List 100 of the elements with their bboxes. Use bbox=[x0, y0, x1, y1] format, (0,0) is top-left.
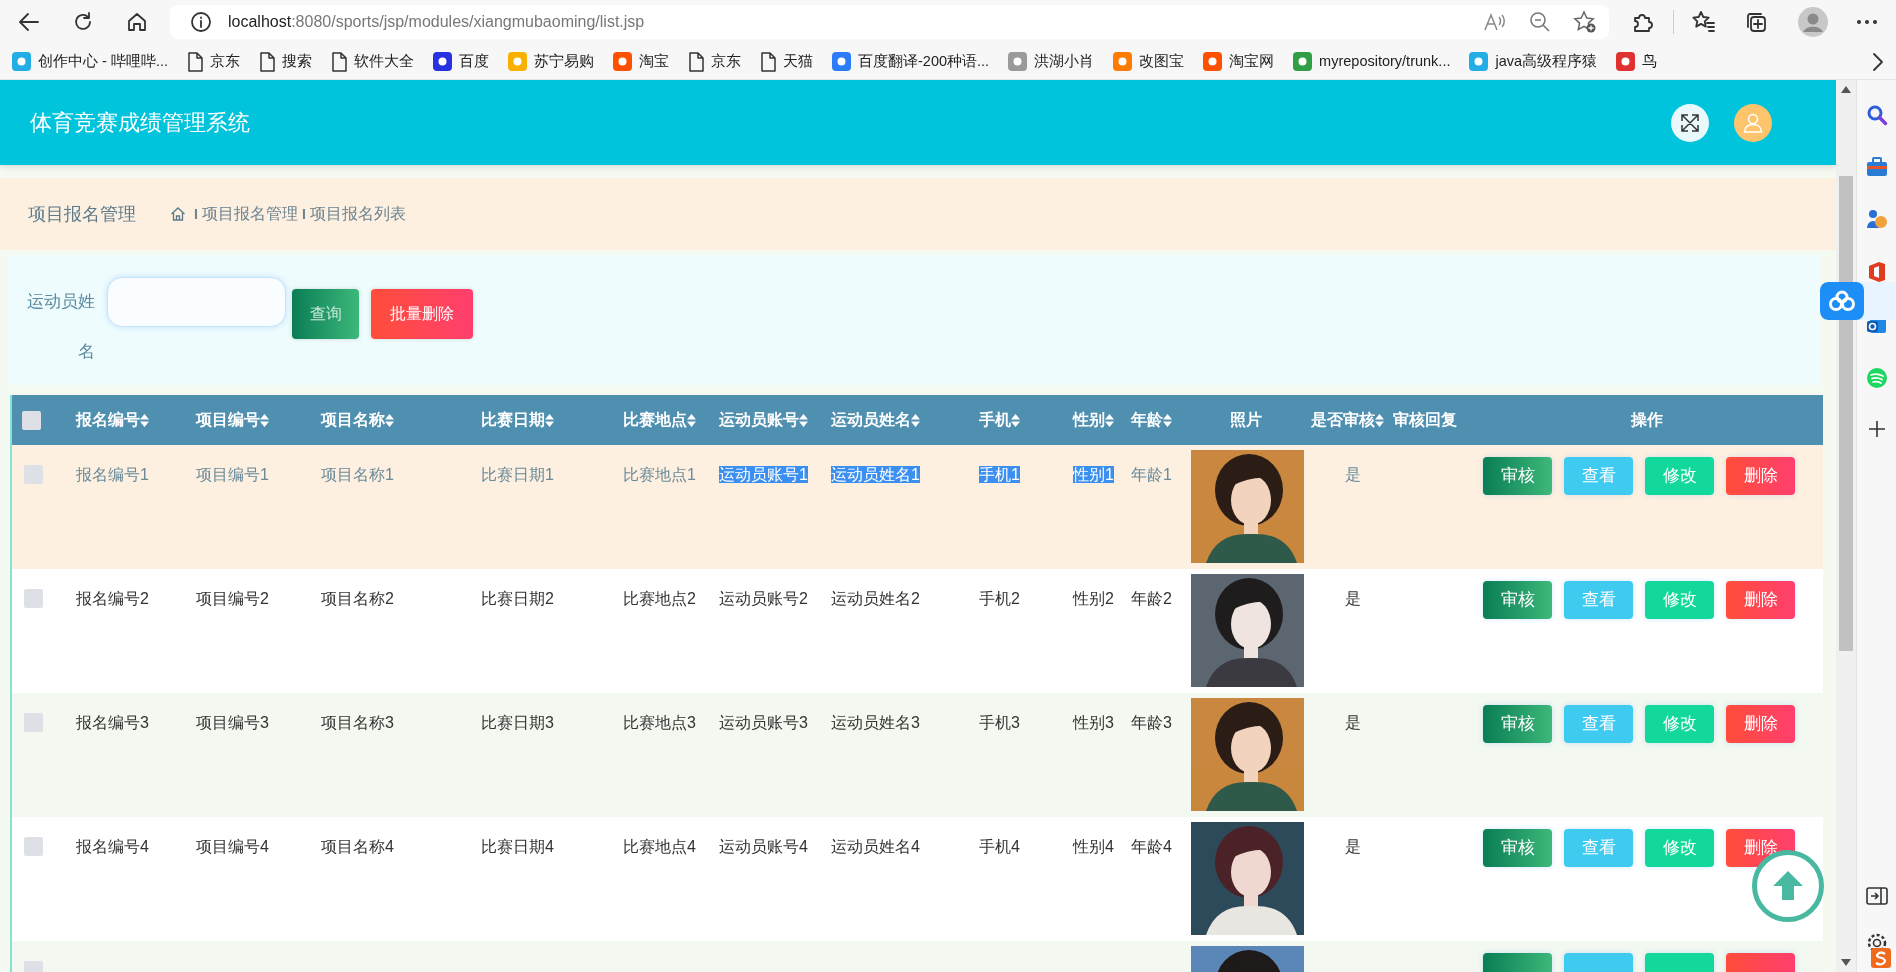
table-cell: 是 bbox=[1345, 838, 1361, 855]
column-header[interactable]: 报名编号 bbox=[76, 411, 140, 428]
fullscreen-button[interactable] bbox=[1671, 103, 1709, 142]
home-icon[interactable] bbox=[126, 11, 148, 33]
bookmark[interactable]: myrepository/trunk... bbox=[1293, 50, 1451, 73]
row-checkbox[interactable] bbox=[24, 465, 43, 484]
sort-icon[interactable] bbox=[545, 414, 554, 428]
bookmark[interactable]: 创作中心 - 哔哩哔... bbox=[12, 50, 168, 73]
bookmark[interactable]: 软件大全 bbox=[331, 50, 414, 73]
fullscreen-icon bbox=[1680, 112, 1700, 133]
delete-button[interactable]: 删除 bbox=[1726, 581, 1795, 619]
chevron-right-icon[interactable] bbox=[1872, 51, 1884, 72]
row-checkbox[interactable] bbox=[24, 837, 43, 856]
delete-button[interactable]: 删除 bbox=[1726, 457, 1795, 495]
sort-icon[interactable] bbox=[1163, 414, 1172, 428]
bookmark[interactable]: 百度翻译-200种语... bbox=[832, 50, 990, 73]
table-cell: 性别2 bbox=[1073, 590, 1114, 607]
sort-icon[interactable] bbox=[140, 414, 149, 428]
bookmark[interactable]: 鸟 bbox=[1616, 50, 1658, 73]
table-row[interactable]: 报名编号2 项目编号2 项目名称2 比赛日期2 比赛地点2 运动员账号2 运动员姓名2 手机2 性别2 年龄2 是 审核 查看 修改 删除 bbox=[11, 569, 1823, 693]
games-icon[interactable] bbox=[1865, 208, 1888, 230]
bookmark[interactable]: 淘宝 bbox=[613, 50, 669, 73]
table-cell: 手机2 bbox=[979, 590, 1020, 607]
search-label: 运动员姓名 bbox=[26, 291, 95, 363]
bookmark[interactable]: 天猫 bbox=[760, 50, 813, 73]
more-icon[interactable] bbox=[1856, 19, 1878, 25]
batch-delete-button[interactable]: 批量删除 bbox=[371, 289, 473, 339]
column-header[interactable]: 项目名称 bbox=[321, 411, 385, 428]
collections-icon[interactable] bbox=[1744, 10, 1768, 34]
table-cell: 报名编号3 bbox=[76, 714, 149, 731]
add-favorite-icon[interactable] bbox=[1573, 10, 1597, 34]
column-header[interactable]: 项目编号 bbox=[196, 411, 260, 428]
sort-icon[interactable] bbox=[1105, 414, 1114, 428]
sort-icon[interactable] bbox=[799, 414, 808, 428]
column-header[interactable]: 运动员姓名 bbox=[831, 411, 911, 428]
music-icon[interactable] bbox=[1865, 367, 1888, 389]
column-header[interactable]: 性别 bbox=[1073, 411, 1105, 428]
cloud-icon bbox=[1828, 290, 1856, 312]
sort-icon[interactable] bbox=[1011, 414, 1020, 428]
bookmark[interactable]: 搜索 bbox=[259, 50, 312, 73]
profile-icon[interactable] bbox=[1798, 7, 1828, 37]
row-checkbox[interactable] bbox=[24, 589, 43, 608]
review-button[interactable]: 审核 bbox=[1483, 705, 1552, 743]
scroll-down-icon[interactable] bbox=[1841, 959, 1851, 966]
search-field[interactable] bbox=[107, 277, 286, 327]
bookmark[interactable]: java高级程序猿 bbox=[1469, 50, 1598, 73]
view-button[interactable]: 查看 bbox=[1564, 705, 1633, 743]
search-button[interactable]: 查询 bbox=[292, 289, 359, 339]
review-button[interactable]: 审核 bbox=[1483, 457, 1552, 495]
bookmark[interactable]: 淘宝网 bbox=[1203, 50, 1275, 73]
bookmark[interactable]: 洪湖小肖 bbox=[1008, 50, 1095, 73]
scrollbar[interactable] bbox=[1836, 80, 1856, 972]
sort-icon[interactable] bbox=[1375, 414, 1384, 428]
floating-cloud-menu[interactable] bbox=[1820, 282, 1896, 320]
table-cell: 运动员姓名3 bbox=[831, 714, 920, 731]
bookmark[interactable]: 百度 bbox=[433, 50, 489, 73]
table-cell: 年龄3 bbox=[1131, 714, 1172, 731]
breadcrumb-link[interactable]: 项目报名管理 bbox=[201, 202, 298, 226]
bookmark[interactable]: 苏宁易购 bbox=[508, 50, 594, 73]
back-icon[interactable] bbox=[18, 11, 40, 33]
add-icon[interactable] bbox=[1867, 420, 1886, 438]
sort-icon[interactable] bbox=[385, 414, 394, 428]
sort-icon[interactable] bbox=[911, 414, 920, 428]
column-header[interactable]: 手机 bbox=[979, 411, 1011, 428]
breadcrumb-link[interactable]: 项目报名列表 bbox=[309, 202, 406, 226]
delete-button[interactable]: 删除 bbox=[1726, 705, 1795, 743]
table-row[interactable]: 报名编号4 项目编号4 项目名称4 比赛日期4 比赛地点4 运动员账号4 运动员姓名4 手机4 性别4 年龄4 是 审核 查看 修改 删除 bbox=[11, 817, 1823, 941]
bookmark[interactable]: 京东 bbox=[688, 50, 741, 73]
sort-icon[interactable] bbox=[687, 414, 696, 428]
read-aloud-icon[interactable] bbox=[1483, 11, 1507, 33]
column-header[interactable]: 比赛日期 bbox=[481, 411, 545, 428]
select-all-checkbox[interactable] bbox=[22, 411, 41, 431]
table-cell: 比赛日期1 bbox=[481, 466, 554, 483]
side-panel-icon[interactable] bbox=[1866, 886, 1888, 906]
scroll-up-icon[interactable] bbox=[1841, 86, 1851, 93]
scrollbar-thumb[interactable] bbox=[1839, 176, 1853, 651]
bookmark[interactable]: 改图宝 bbox=[1113, 50, 1185, 73]
column-header[interactable]: 年龄 bbox=[1131, 411, 1163, 428]
search-icon[interactable] bbox=[1865, 104, 1888, 126]
view-button[interactable]: 查看 bbox=[1564, 581, 1633, 619]
page-icon bbox=[259, 51, 275, 72]
user-avatar[interactable] bbox=[1734, 103, 1772, 142]
favorites-icon[interactable] bbox=[1692, 10, 1716, 34]
page-icon bbox=[187, 51, 203, 72]
sort-icon[interactable] bbox=[260, 414, 269, 428]
address-bar[interactable]: localhost:8080/sports/jsp/modules/xiangmubaoming/list.jsp bbox=[170, 5, 1609, 39]
briefcase-icon[interactable] bbox=[1865, 157, 1888, 177]
column-header: 审核回复 bbox=[1393, 411, 1457, 428]
view-button[interactable]: 查看 bbox=[1564, 829, 1633, 867]
input-method-icon[interactable] bbox=[1871, 948, 1891, 968]
review-button[interactable]: 审核 bbox=[1483, 581, 1552, 619]
table-cell: 比赛地点1 bbox=[623, 466, 696, 483]
view-button[interactable]: 查看 bbox=[1564, 457, 1633, 495]
info-icon[interactable] bbox=[190, 11, 212, 33]
table-row[interactable]: 报名编号3 项目编号3 项目名称3 比赛日期3 比赛地点3 运动员账号3 运动员姓名3 手机3 性别3 年龄3 是 审核 查看 修改 删除 bbox=[11, 693, 1823, 817]
table-cell: 比赛日期3 bbox=[481, 714, 554, 731]
bookmark[interactable]: 京东 bbox=[187, 50, 240, 73]
reload-icon[interactable] bbox=[72, 11, 94, 33]
review-button[interactable]: 审核 bbox=[1483, 829, 1552, 867]
zoom-out-icon[interactable] bbox=[1529, 11, 1551, 33]
